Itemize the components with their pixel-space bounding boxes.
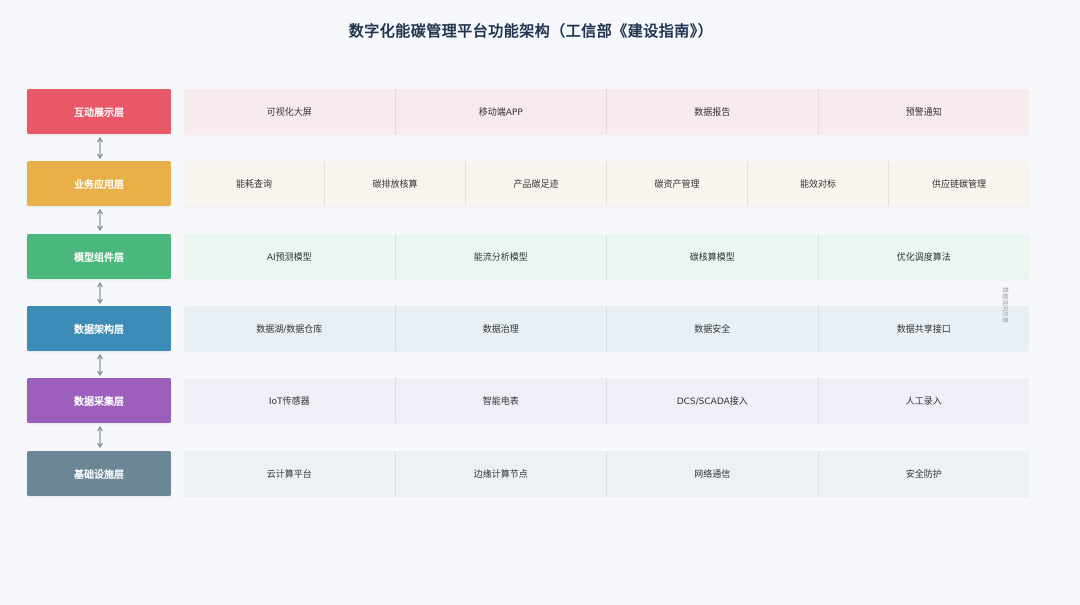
component-cell: 网络通信 <box>607 451 819 496</box>
component-cell: 可视化大屏 <box>184 89 396 134</box>
bidirectional-arrow-icon <box>97 281 103 304</box>
component-cell: 能流分析模型 <box>396 234 607 279</box>
component-cell: 能耗查询 <box>184 161 325 206</box>
component-cell: 产品碳足迹 <box>466 161 607 206</box>
component-cell: 数据安全 <box>607 306 819 351</box>
component-cell: 碳资产管理 <box>607 161 748 206</box>
layer-label: 基础设施层 <box>27 451 171 496</box>
layer-label: 数据采集层 <box>27 378 171 423</box>
layer-row: IoT传感器 智能电表 DCS/SCADA接入 人工录入 <box>184 378 1029 423</box>
layer-row: 能耗查询 碳排放核算 产品碳足迹 碳资产管理 能效对标 供应链碳管理 <box>184 161 1029 206</box>
layer-label: 数据架构层 <box>27 306 171 351</box>
component-cell: 智能电表 <box>396 378 607 423</box>
component-cell: DCS/SCADA接入 <box>607 378 819 423</box>
page-title: 数字化能碳管理平台功能架构（工信部《建设指南》） <box>348 22 714 40</box>
bidirectional-arrow-icon <box>97 353 103 376</box>
component-cell: 人工录入 <box>905 397 942 407</box>
component-cell: 边缘计算节点 <box>396 451 607 496</box>
component-cell: 预警通知 <box>905 108 942 118</box>
component-cell: 能效对标 <box>748 161 889 206</box>
bidirectional-arrow-icon <box>97 209 103 231</box>
component-cell: 优化调度算法 <box>896 253 951 263</box>
component-cell: 碳核算模型 <box>607 234 819 279</box>
component-cell: 供应链碳管理 <box>931 180 986 190</box>
layer-row: 数据湖/数据仓库 数据治理 数据安全 数据共享接口 <box>184 306 1029 351</box>
layer-label: 模型组件层 <box>27 234 171 279</box>
layer-row: 云计算平台 边缘计算节点 网络通信 安全防护 <box>184 451 1029 496</box>
bidirectional-arrow-icon <box>97 136 103 159</box>
side-note: 数据流向示意 <box>1001 287 1008 324</box>
component-cell: 云计算平台 <box>184 451 396 496</box>
component-cell: 数据治理 <box>396 306 607 351</box>
layer-row: 可视化大屏 移动端APP 数据报告 预警通知 <box>184 89 1029 134</box>
component-cell: AI预测模型 <box>184 234 396 279</box>
component-cell: 数据共享接口 <box>896 325 951 335</box>
component-cell: 移动端APP <box>396 89 607 134</box>
layer-label: 互动展示层 <box>27 89 171 134</box>
component-cell: 安全防护 <box>905 470 942 480</box>
layer-row: AI预测模型 能流分析模型 碳核算模型 优化调度算法 <box>184 234 1029 279</box>
component-cell: 数据报告 <box>607 89 819 134</box>
component-cell: IoT传感器 <box>184 378 396 423</box>
bidirectional-arrow-icon <box>97 426 103 448</box>
layer-label: 业务应用层 <box>27 161 171 206</box>
component-cell: 数据湖/数据仓库 <box>184 306 396 351</box>
component-cell: 碳排放核算 <box>325 161 466 206</box>
